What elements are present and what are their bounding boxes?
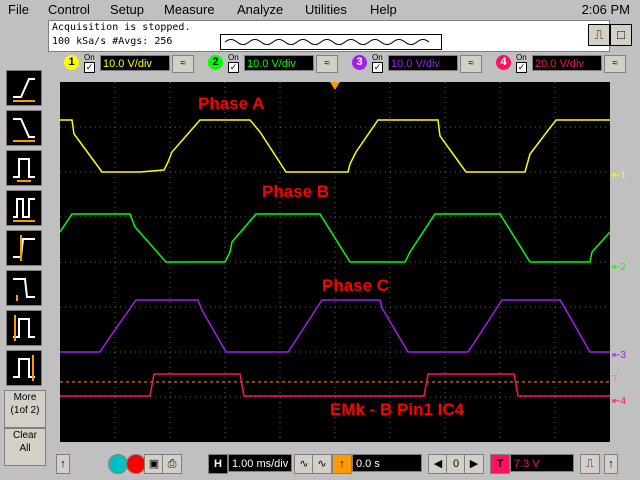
channel-3-checkbox[interactable]: ✓ [372, 62, 383, 73]
delay-icon[interactable]: ↑ [332, 454, 352, 474]
menu-bar: File Control Setup Measure Analyze Utili… [0, 0, 640, 20]
timebase-field[interactable]: 1.00 ms/div [228, 454, 292, 472]
status-line-1: Acquisition is stopped. [52, 22, 191, 33]
label-phase-a: Phase A [198, 94, 265, 113]
label-phase-b: Phase B [262, 182, 330, 201]
pulse-width-button[interactable] [6, 150, 42, 186]
channel-1-scale[interactable]: 10.0 V/div [100, 55, 170, 71]
channel-1-badge[interactable]: 1 [64, 55, 79, 70]
label-emk: EMk - B Pin1 IC4 [330, 400, 465, 419]
fall-time-button[interactable] [6, 270, 42, 306]
channel-1-on-label: On [84, 53, 95, 62]
rising-edge-button[interactable] [6, 70, 42, 106]
overview-waveform-icon [224, 39, 430, 45]
channel-3-ground-marker: ⇤3 [612, 350, 626, 361]
print-icon[interactable]: ⎙ [162, 454, 182, 474]
status-line-2: 100 kSa/s #Avgs: 256 [52, 36, 173, 47]
channel-2-on-label: On [228, 53, 239, 62]
trigger-wave-icon[interactable]: ⎍ [580, 454, 600, 474]
trigger-button[interactable]: T [490, 454, 510, 474]
period-button[interactable] [6, 190, 42, 226]
timebase-zoom-icon[interactable]: ∿ [312, 454, 332, 474]
trigger-level-field[interactable]: 7.3 V [510, 454, 574, 472]
channel-3-on-label: On [372, 53, 383, 62]
horizontal-button[interactable]: H [208, 454, 228, 474]
scope-graticule [59, 82, 611, 442]
channel-2-badge[interactable]: 2 [208, 55, 223, 70]
scope-display[interactable]: Phase A Phase B Phase C EMk - B Pin1 IC4 [59, 82, 611, 442]
channel-4-ground-marker: ⇤4 [612, 396, 626, 407]
top-level-icon [13, 315, 35, 341]
channel-1-checkbox[interactable]: ✓ [84, 62, 95, 73]
channel-1-ground-marker: ⇤1 [612, 170, 626, 181]
trigger-level-marker: T [612, 374, 619, 385]
delay-field[interactable]: 0.0 s [352, 454, 422, 472]
stop-circle-icon[interactable] [126, 454, 146, 474]
channel-4-checkbox[interactable]: ✓ [516, 62, 527, 73]
more-button[interactable]: More (1of 2) [4, 390, 46, 428]
channel-3-scale[interactable]: 10.0 V/div [388, 55, 458, 71]
channel-4-wave-icon[interactable]: ≈ [604, 55, 626, 73]
run-circle-icon[interactable] [108, 454, 128, 474]
menu-analyze[interactable]: Analyze [237, 2, 283, 17]
channel-4-badge[interactable]: 4 [496, 55, 511, 70]
rise-time-button[interactable] [6, 230, 42, 266]
channel-2-scale[interactable]: 10.0 V/div [244, 55, 314, 71]
scroll-up-right-icon[interactable]: ↑ [604, 454, 618, 474]
channel-4-on-label: On [516, 53, 527, 62]
rise-time-icon [13, 235, 35, 261]
scroll-up-icon[interactable]: ↑ [56, 454, 70, 474]
channel-2-checkbox[interactable]: ✓ [228, 62, 239, 73]
clear-label: Clear [13, 430, 37, 441]
channel-3-badge[interactable]: 3 [352, 55, 367, 70]
channel-3-wave-icon[interactable]: ≈ [460, 55, 482, 73]
channel-2-ground-marker: ⇤2 [612, 262, 626, 273]
label-phase-c: Phase C [322, 276, 390, 295]
single-button[interactable]: □ [610, 24, 632, 46]
period-icon [13, 198, 35, 222]
delay-zero-icon[interactable]: 0 [446, 454, 466, 474]
camera-icon[interactable]: ▣ [144, 454, 164, 474]
rising-edge-icon [13, 78, 35, 102]
bottom-bar: ↑ ▣ ⎙ H 1.00 ms/div ∿ ∿ ↑ 0.0 s ◀ 0 ▶ T … [0, 450, 640, 480]
delay-right-icon[interactable]: ▶ [464, 454, 484, 474]
menu-help[interactable]: Help [370, 2, 397, 17]
menu-measure[interactable]: Measure [164, 2, 215, 17]
fall-time-icon [13, 278, 35, 301]
pulse-width-icon [13, 158, 35, 182]
more-label: More [13, 392, 37, 403]
menu-setup[interactable]: Setup [110, 2, 144, 17]
more-page-label: (1of 2) [10, 405, 40, 416]
delay-left-icon[interactable]: ◀ [428, 454, 448, 474]
base-level-button[interactable] [6, 350, 42, 386]
menu-control[interactable]: Control [48, 2, 90, 17]
channel-1-wave-icon[interactable]: ≈ [172, 55, 194, 73]
falling-edge-button[interactable] [6, 110, 42, 146]
trace-phase-b [59, 213, 611, 263]
timebase-wave-icon[interactable]: ∿ [294, 454, 314, 474]
base-level-icon [13, 355, 35, 381]
channel-4-scale[interactable]: 20.0 V/div [532, 55, 602, 71]
channel-2-wave-icon[interactable]: ≈ [316, 55, 338, 73]
menu-file[interactable]: File [8, 2, 29, 17]
top-level-button[interactable] [6, 310, 42, 346]
falling-edge-icon [13, 118, 35, 142]
clock: 2:06 PM [581, 2, 630, 17]
run-stop-button[interactable]: ⎍ [588, 24, 610, 46]
menu-utilities[interactable]: Utilities [305, 2, 347, 17]
acquisition-overview [220, 34, 442, 50]
